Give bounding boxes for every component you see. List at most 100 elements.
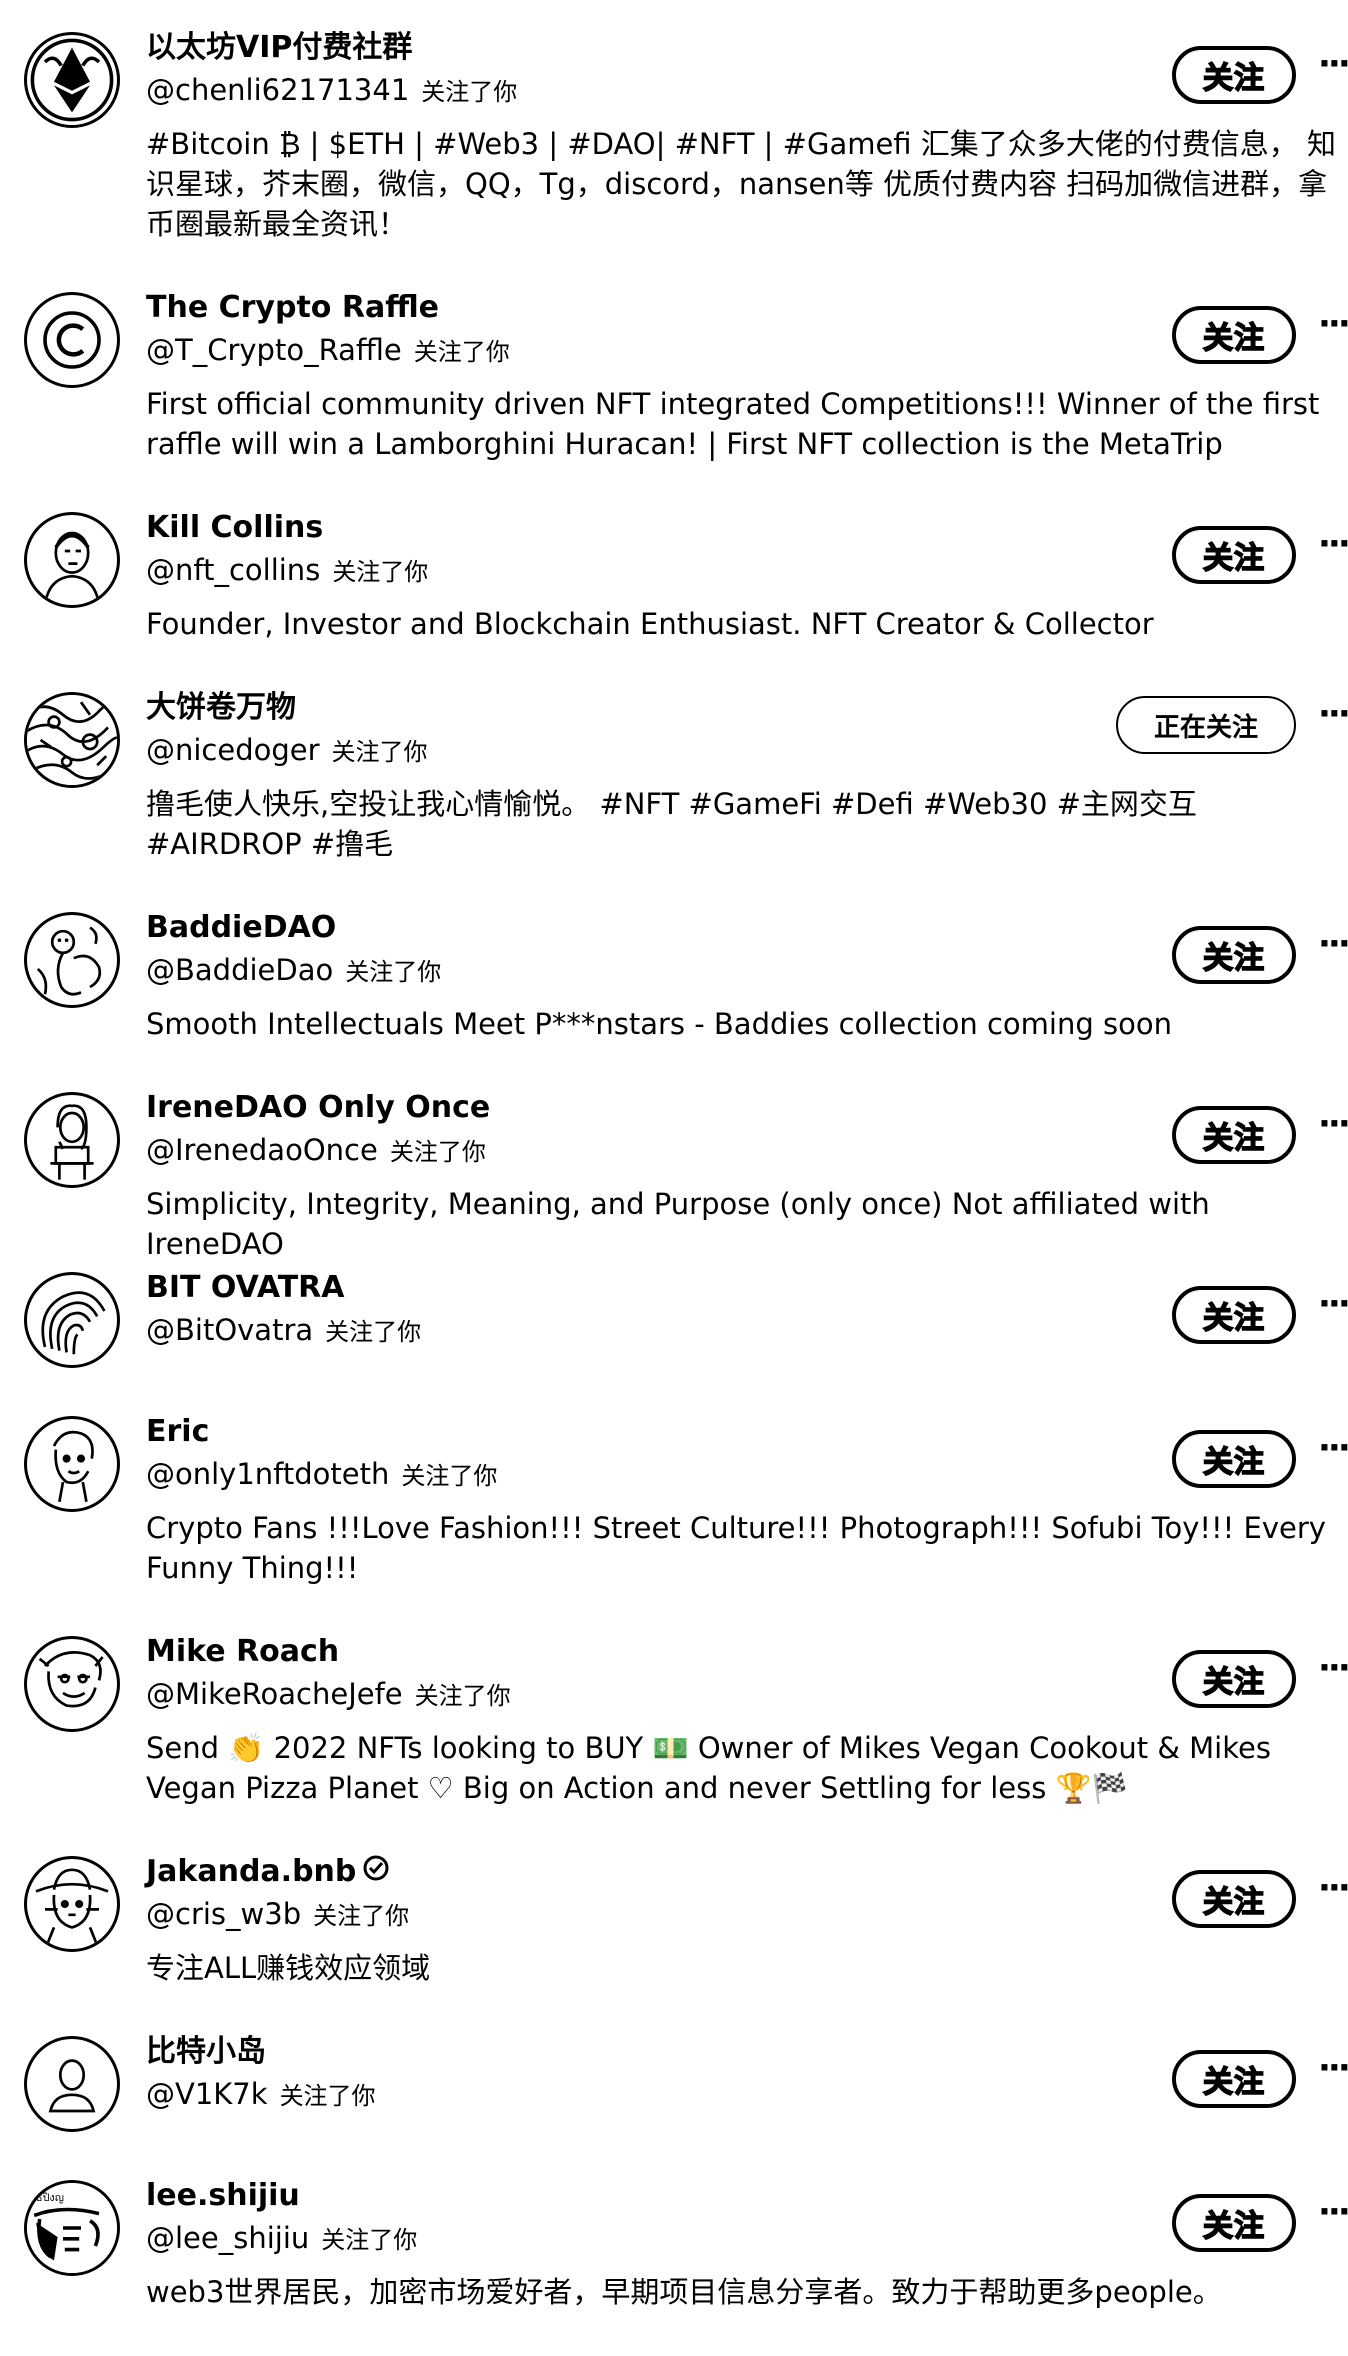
avatar[interactable]: ธิปิงญ <box>24 2180 120 2276</box>
more-options-icon[interactable]: ··· <box>1318 1871 1348 1905</box>
follower-row[interactable]: BIT OVATRA @BitOvatra 关注了你 关注 ··· <box>0 1270 1348 1420</box>
user-handle[interactable]: @MikeRoacheJefe <box>146 1677 403 1711</box>
follower-row[interactable]: Mike Roach @MikeRoacheJefe 关注了你 Send 👏 2022… <box>0 1634 1348 1805</box>
more-options-icon[interactable]: ··· <box>1318 307 1348 341</box>
user-handle[interactable]: @BitOvatra <box>146 1313 313 1347</box>
follower-row[interactable]: ธิปิงญ lee.shijiu @lee_shijiu 关注了你 web3世界居民，… <box>0 2178 1348 2328</box>
follow-button[interactable]: 关注 <box>1172 1870 1296 1928</box>
fingerprint-swirl-icon <box>41 1291 106 1355</box>
follows-you-label: 关注了你 <box>414 1682 511 1710</box>
display-name[interactable]: 以太坊VIP付费社群 <box>146 30 412 66</box>
following-button-label: 正在关注 <box>1153 712 1258 743</box>
avatar[interactable] <box>24 1092 120 1188</box>
follow-button[interactable]: 关注 <box>1172 1430 1296 1488</box>
more-options-icon[interactable]: ··· <box>1318 1431 1348 1465</box>
display-name-text[interactable]: BaddieDAO <box>146 910 336 945</box>
following-button[interactable]: 正在关注 <box>1116 696 1296 754</box>
user-handle[interactable]: @only1nftdoteth <box>146 1457 389 1491</box>
more-options-icon[interactable]: ··· <box>1318 2051 1348 2085</box>
follow-button[interactable]: 关注 <box>1172 1106 1296 1164</box>
display-name[interactable]: 大饼卷万物 <box>146 690 296 726</box>
more-options-icon[interactable]: ··· <box>1318 697 1348 731</box>
avatar[interactable] <box>24 1636 120 1732</box>
handle-line: @IrenedaoOnce 关注了你 <box>146 1132 486 1173</box>
display-name[interactable]: Kill Collins <box>146 510 323 546</box>
user-handle[interactable]: @V1K7k <box>146 2077 268 2111</box>
cartoon-character-icon <box>38 1651 104 1708</box>
follow-button-label: 关注 <box>1202 1444 1265 1481</box>
handle-line: @cris_w3b 关注了你 <box>146 1896 409 1937</box>
more-options-icon[interactable]: ··· <box>1318 1287 1348 1321</box>
display-name[interactable]: Eric <box>146 1414 209 1450</box>
more-options-icon[interactable]: ··· <box>1318 527 1348 561</box>
avatar[interactable] <box>24 912 120 1008</box>
follow-button[interactable]: 关注 <box>1172 2194 1296 2252</box>
user-bio: web3世界居民，加密市场爱好者，早期项目信息分享者。致力于帮助更多people… <box>146 2275 1222 2309</box>
display-name[interactable]: BIT OVATRA <box>146 1270 345 1306</box>
user-handle[interactable]: @lee_shijiu <box>146 2221 309 2255</box>
follows-you-label: 关注了你 <box>345 958 442 986</box>
user-handle[interactable]: @chenli62171341 <box>146 73 409 107</box>
display-name-text[interactable]: 以太坊VIP付费社群 <box>146 30 412 65</box>
display-name-text[interactable]: Mike Roach <box>146 1634 339 1669</box>
user-bio: Founder, Investor and Blockchain Enthusi… <box>146 607 1154 641</box>
follow-button[interactable]: 关注 <box>1172 526 1296 584</box>
follow-button[interactable]: 关注 <box>1172 46 1296 104</box>
display-name-text[interactable]: Kill Collins <box>146 510 323 545</box>
more-options-icon[interactable]: ··· <box>1318 1107 1348 1141</box>
handle-line: @lee_shijiu 关注了你 <box>146 2220 417 2261</box>
more-options-icon[interactable]: ··· <box>1318 1651 1348 1685</box>
avatar[interactable] <box>24 692 120 788</box>
user-handle[interactable]: @nft_collins <box>146 553 320 587</box>
follower-row[interactable]: BaddieDAO @BaddieDao 关注了你 Smooth Intellectu… <box>0 910 1348 1060</box>
follower-row[interactable]: The Crypto Raffle @T_Crypto_Raffle 关注了你 Fir… <box>0 290 1348 461</box>
display-name-text[interactable]: Jakanda.bnb <box>146 1854 356 1889</box>
display-name[interactable]: Jakanda.bnb <box>146 1854 390 1891</box>
user-handle[interactable]: @IrenedaoOnce <box>146 1133 378 1167</box>
more-options-icon[interactable]: ··· <box>1318 2195 1348 2229</box>
user-handle[interactable]: @cris_w3b <box>146 1897 301 1931</box>
follow-button[interactable]: 关注 <box>1172 1286 1296 1344</box>
display-name[interactable]: Mike Roach <box>146 1634 339 1670</box>
avatar[interactable] <box>24 1856 120 1952</box>
follower-row[interactable]: Kill Collins @nft_collins 关注了你 Founder, Inv… <box>0 510 1348 660</box>
display-name[interactable]: 比特小岛 <box>146 2034 266 2070</box>
avatar[interactable] <box>24 2036 120 2132</box>
follow-button-label: 关注 <box>1202 940 1265 977</box>
display-name[interactable]: IreneDAO Only Once <box>146 1090 490 1126</box>
display-name-text[interactable]: 大饼卷万物 <box>146 690 296 725</box>
display-name-text[interactable]: 比特小岛 <box>146 2034 266 2069</box>
follow-button[interactable]: 关注 <box>1172 1650 1296 1708</box>
follow-button[interactable]: 关注 <box>1172 2050 1296 2108</box>
follower-row[interactable]: 以太坊VIP付费社群 @chenli62171341 关注了你 #Bitcoin ₿ … <box>0 30 1348 241</box>
avatar[interactable] <box>24 1272 120 1368</box>
follower-row[interactable]: 大饼卷万物 @nicedoger 关注了你 撸毛使人快乐,空投让我心情愉悦。 #NFT… <box>0 690 1348 861</box>
avatar[interactable] <box>24 292 120 388</box>
avatar[interactable] <box>24 1416 120 1512</box>
follower-row[interactable]: IreneDAO Only Once @IrenedaoOnce 关注了你 Simpl… <box>0 1090 1348 1261</box>
more-options-icon[interactable]: ··· <box>1318 927 1348 961</box>
follower-row[interactable]: 比特小岛 @V1K7k 关注了你 关注 ··· <box>0 2034 1348 2184</box>
user-handle[interactable]: @T_Crypto_Raffle <box>146 333 402 367</box>
more-options-icon[interactable]: ··· <box>1318 47 1348 81</box>
user-bio: 撸毛使人快乐,空投让我心情愉悦。 #NFT #GameFi #Defi #Web… <box>146 787 1197 861</box>
display-name-text[interactable]: The Crypto Raffle <box>146 290 439 325</box>
follow-button[interactable]: 关注 <box>1172 926 1296 984</box>
follower-row[interactable]: Eric @only1nftdoteth 关注了你 Crypto Fans !!!Lo… <box>0 1414 1348 1585</box>
follow-button-label: 关注 <box>1202 320 1265 357</box>
user-handle[interactable]: @nicedoger <box>146 733 320 767</box>
follower-row[interactable]: Jakanda.bnb @cris_w3b 关注了你 专注ALL赚钱效应领域 关注 ··· <box>0 1854 1348 2004</box>
display-name[interactable]: lee.shijiu <box>146 2178 300 2214</box>
display-name-text[interactable]: IreneDAO Only Once <box>146 1090 490 1125</box>
display-name[interactable]: The Crypto Raffle <box>146 290 439 326</box>
display-name-text[interactable]: BIT OVATRA <box>146 1270 345 1305</box>
avatar[interactable] <box>24 32 120 128</box>
display-name-text[interactable]: lee.shijiu <box>146 2178 300 2213</box>
display-name-text[interactable]: Eric <box>146 1414 209 1449</box>
avatar[interactable] <box>24 512 120 608</box>
follow-button[interactable]: 关注 <box>1172 306 1296 364</box>
user-handle[interactable]: @BaddieDao <box>146 953 333 987</box>
display-name[interactable]: BaddieDAO <box>146 910 336 946</box>
follow-button-label: 关注 <box>1202 1664 1265 1701</box>
user-bio: First official community driven NFT inte… <box>146 387 1320 461</box>
